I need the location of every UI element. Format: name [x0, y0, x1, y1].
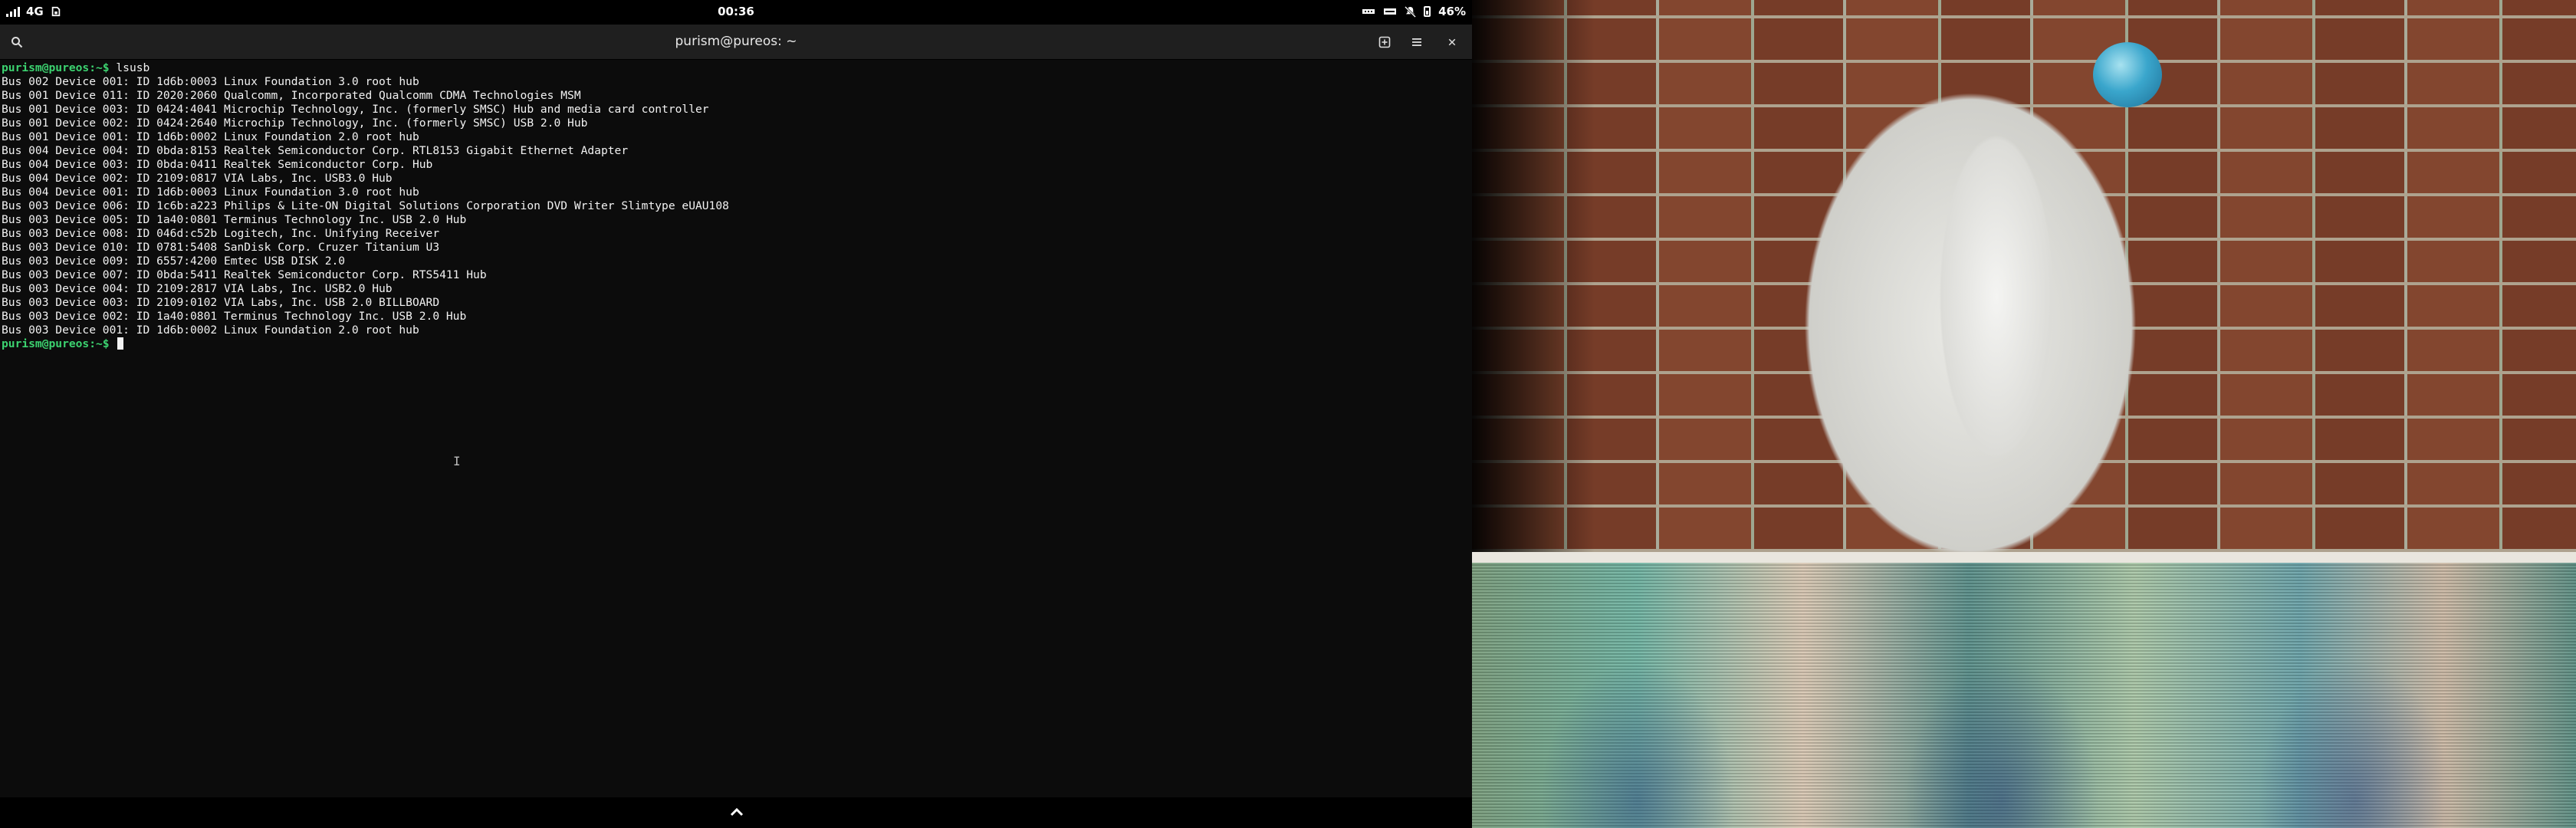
output-line: Bus 001 Device 011: ID 2020:2060 Qualcom… [2, 89, 581, 102]
output-line: Bus 004 Device 004: ID 0bda:8153 Realtek… [2, 144, 629, 157]
output-line: Bus 004 Device 001: ID 1d6b:0003 Linux F… [2, 186, 419, 199]
active-prompt-line[interactable]: purism@pureos:~$ [2, 337, 1458, 351]
status-bar: 4G 00:36 46% [0, 0, 1472, 25]
clock: 00:36 [718, 5, 754, 18]
output-line: Bus 003 Device 001: ID 1d6b:0002 Linux F… [2, 324, 419, 337]
mouse-ibeam-cursor: I [453, 454, 461, 468]
output-line: Bus 003 Device 007: ID 0bda:5411 Realtek… [2, 268, 487, 281]
command: lsusb [109, 61, 150, 74]
battery-icon [1424, 6, 1431, 17]
output-line: Bus 001 Device 002: ID 0424:2640 Microch… [2, 117, 588, 130]
command-line: purism@pureos:~$ lsusb [2, 61, 1458, 75]
blue-orb-image [2093, 42, 2162, 107]
menu-button[interactable] [1405, 30, 1429, 54]
output-line: Bus 003 Device 002: ID 1a40:0801 Terminu… [2, 310, 467, 323]
output-line: Bus 003 Device 006: ID 1c6b:a223 Philips… [2, 199, 729, 212]
battery-percent: 46% [1438, 5, 1466, 18]
close-icon [1448, 38, 1456, 46]
notifications-muted-icon [1405, 5, 1417, 18]
output-line: Bus 004 Device 002: ID 2109:0817 VIA Lab… [2, 172, 393, 185]
glitched-image-region [1472, 552, 2576, 828]
prompt: purism@pureos:~$ [2, 337, 110, 350]
output-line: Bus 003 Device 008: ID 046d:c52b Logitec… [2, 227, 440, 240]
output-line: Bus 001 Device 001: ID 1d6b:0002 Linux F… [2, 130, 419, 143]
hamburger-menu-icon [1412, 38, 1421, 46]
new-tab-icon [1378, 36, 1391, 48]
output-line: Bus 003 Device 004: ID 2109:2817 VIA Lab… [2, 282, 393, 295]
camera-feed [1472, 0, 2576, 828]
output-line: Bus 001 Device 003: ID 0424:4041 Microch… [2, 103, 709, 116]
text-cursor [117, 337, 124, 350]
output-line: Bus 004 Device 003: ID 0bda:0411 Realtek… [2, 158, 433, 171]
output-line: Bus 003 Device 009: ID 6557:4200 Emtec U… [2, 255, 346, 268]
output-lines: Bus 002 Device 001: ID 1d6b:0003 Linux F… [2, 75, 1458, 337]
output-line: Bus 002 Device 001: ID 1d6b:0003 Linux F… [2, 75, 419, 88]
bottom-bar [0, 797, 1472, 828]
terminal-headerbar: purism@pureos: ~ [0, 25, 1472, 60]
output-line: Bus 003 Device 005: ID 1a40:0801 Terminu… [2, 213, 467, 226]
prompt: purism@pureos:~$ [2, 61, 110, 74]
terminal-output[interactable]: purism@pureos:~$ lsusb Bus 002 Device 001… [2, 61, 1458, 351]
chevron-up-icon[interactable] [728, 803, 745, 820]
close-button[interactable] [1440, 30, 1464, 54]
window-title: purism@pureos: ~ [675, 34, 797, 49]
new-tab-button[interactable] [1372, 30, 1397, 54]
ethernet-icon [1362, 9, 1375, 14]
output-line: Bus 003 Device 010: ID 0781:5408 SanDisk… [2, 241, 440, 254]
wired-connection-icon [1384, 8, 1397, 15]
output-line: Bus 003 Device 003: ID 2109:0102 VIA Lab… [2, 296, 440, 309]
terminal-phone-screen: 4G 00:36 46% purism@pureos: ~ purism@pur… [0, 0, 1472, 828]
status-right: 46% [1362, 5, 1466, 18]
